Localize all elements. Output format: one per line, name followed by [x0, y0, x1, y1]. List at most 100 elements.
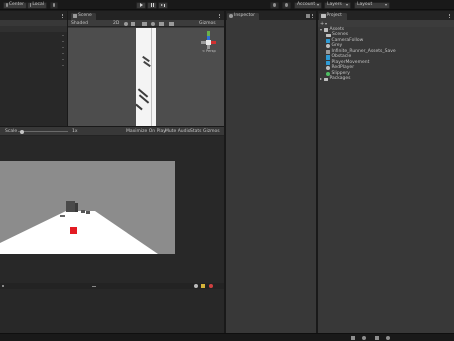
pivot-icon [6, 3, 8, 7]
tab-project[interactable]: Project [319, 12, 347, 20]
settings-icon[interactable] [386, 336, 390, 340]
menu-dot-icon[interactable] [2, 285, 4, 287]
material-icon [326, 44, 330, 49]
project-panel: Project + Assets Scenes CameraFollow Gre… [318, 11, 454, 333]
space-label: Local [32, 1, 44, 7]
projection-label[interactable]: < Persp [202, 49, 216, 54]
layout-dropdown[interactable]: Layout [354, 1, 390, 9]
chevron-down-icon[interactable] [325, 23, 327, 25]
layers-label: Layers [327, 1, 342, 7]
ground-edge [151, 28, 152, 126]
scene-tab-label: Scene [78, 12, 92, 18]
play-button[interactable] [136, 1, 146, 9]
pause-button[interactable] [147, 1, 157, 9]
inspector-tab-label: Inspector [234, 12, 255, 18]
layers-dropdown[interactable]: Layers [324, 1, 351, 9]
game-toolbar: Scale 1x Maximize On Play Mute Audio Sta… [0, 127, 224, 136]
tree-root-packages[interactable]: Packages [320, 76, 400, 83]
game-gizmos-dropdown[interactable]: Gizmos [203, 129, 220, 135]
pivot-toggle-button[interactable]: Center [3, 1, 27, 9]
panel-menu-icon[interactable] [449, 13, 450, 18]
hidden-objects-icon[interactable] [151, 21, 155, 26]
account-dropdown[interactable]: Account [294, 1, 322, 9]
foldout-open-icon[interactable] [320, 28, 322, 31]
obstacle-side [75, 203, 78, 212]
warning-icon[interactable] [201, 284, 205, 288]
maximize-on-play-toggle[interactable]: Maximize On Play [126, 129, 166, 135]
tab-scene[interactable]: Scene [71, 12, 96, 20]
obstacle-small [60, 215, 65, 217]
x-axis-cone[interactable] [211, 41, 216, 44]
scene-icon [73, 14, 77, 18]
pivot-label: Center [8, 1, 24, 7]
material-icon [326, 66, 330, 71]
grid-snap-button[interactable] [50, 1, 58, 9]
chevron-down-icon [317, 4, 319, 6]
panel-menu-icon[interactable] [62, 13, 63, 18]
info-icon [229, 14, 233, 18]
space-toggle-button[interactable]: Local [27, 1, 47, 9]
foldout-closed-icon[interactable] [320, 78, 322, 81]
cloud-icon [273, 3, 276, 7]
bottom-panel-header [0, 283, 224, 289]
game-render[interactable] [0, 161, 175, 254]
console-icon[interactable] [351, 336, 355, 340]
cs-script-icon [326, 55, 330, 60]
orientation-gizmo[interactable]: < Persp [198, 31, 220, 55]
grid-toggle-icon[interactable] [159, 21, 164, 26]
obstacle-block [66, 201, 75, 212]
ground-plane [136, 28, 156, 126]
bug-icon[interactable] [362, 336, 366, 340]
step-button[interactable] [158, 1, 168, 9]
info-icon[interactable] [194, 284, 198, 288]
stats-toggle[interactable]: Stats [190, 129, 202, 135]
scene-viewport[interactable]: < Persp [68, 28, 224, 126]
layout-label: Layout [357, 1, 373, 7]
folder-icon [323, 77, 328, 81]
error-icon[interactable] [209, 284, 213, 288]
folder-icon [326, 33, 331, 37]
scene-toolbar: Shaded 2D Gizmos [68, 20, 224, 27]
hierarchy-scene-row[interactable] [0, 26, 67, 32]
tab-handle[interactable] [92, 285, 96, 287]
scene-file-icon [326, 49, 330, 54]
panel-menu-icon[interactable] [312, 13, 313, 18]
tab-inspector[interactable]: Inspector [227, 12, 259, 20]
collab-button[interactable] [270, 1, 279, 9]
audio-icon[interactable] [131, 21, 135, 26]
status-bar [0, 333, 454, 341]
lock-icon[interactable] [306, 13, 310, 18]
project-toolbar: + [318, 20, 454, 27]
main-toolbar: Center Local Account Layers Layout [0, 0, 454, 10]
effects-icon[interactable] [142, 21, 147, 26]
cs-script-icon [326, 38, 330, 43]
mute-audio-toggle[interactable]: Mute Audio [165, 129, 191, 135]
scene-gizmos-dropdown[interactable]: Gizmos [199, 21, 216, 27]
cloud-services-icon [285, 3, 288, 7]
step-icon [161, 3, 165, 7]
player-cube [70, 227, 77, 234]
folder-icon [321, 14, 326, 18]
obstacle-small [81, 210, 85, 213]
create-button[interactable]: + [320, 21, 324, 27]
chevron-down-icon [385, 4, 387, 6]
project-tabbar: Project [318, 11, 454, 20]
camera-settings-icon[interactable] [169, 21, 174, 26]
cs-script-icon [326, 60, 330, 65]
lighting-icon[interactable] [124, 21, 128, 26]
2d-toggle-button[interactable]: 2D [113, 21, 119, 27]
chevron-down-icon [346, 4, 348, 6]
inspector-tabbar: Inspector [226, 11, 316, 20]
services-button[interactable] [282, 1, 291, 9]
scale-slider[interactable] [18, 131, 68, 132]
game-view-panel: Scale 1x Maximize On Play Mute Audio Sta… [0, 127, 224, 341]
panel-menu-icon[interactable] [219, 13, 220, 18]
tree-item-label: Scenes [332, 32, 349, 37]
scale-slider-handle[interactable] [20, 129, 24, 134]
scene-tabbar: Scene [68, 11, 224, 20]
tree-packages-label: Packages [329, 76, 351, 81]
collab-icon[interactable] [375, 336, 379, 340]
scene-view-panel: Scene Shaded 2D Gizmos < Persp [68, 11, 224, 126]
scale-label: Scale [5, 128, 18, 134]
shading-mode-dropdown[interactable]: Shaded [71, 21, 88, 27]
